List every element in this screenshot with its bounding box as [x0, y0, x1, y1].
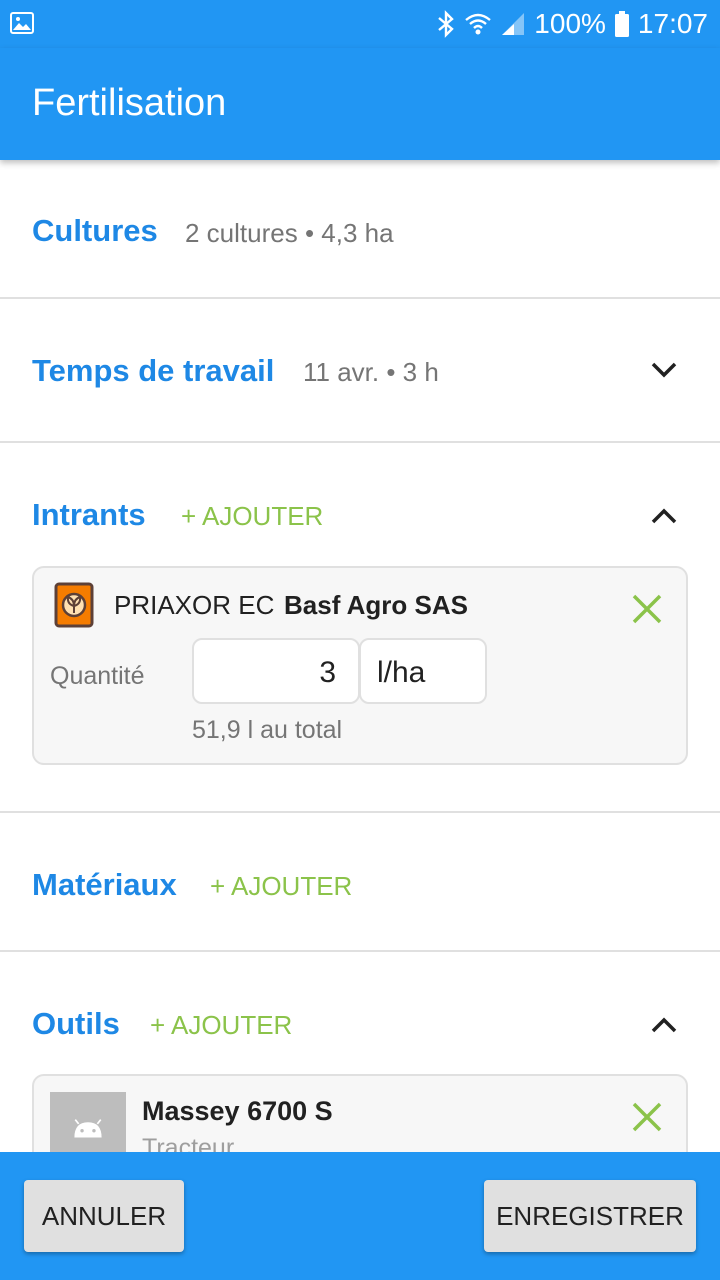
- outil-thumbnail: [50, 1092, 126, 1152]
- add-materiau-button[interactable]: + AJOUTER: [210, 871, 352, 902]
- app-bar: Fertilisation: [0, 48, 720, 160]
- outil-card: Massey 6700 S Tracteur: [32, 1074, 688, 1152]
- outil-name: Massey 6700 S: [142, 1096, 333, 1126]
- intrant-supplier: Basf Agro SAS: [284, 590, 468, 620]
- unit-select[interactable]: l/ha: [359, 638, 487, 704]
- quantity-input[interactable]: 3: [192, 638, 360, 704]
- image-notification-icon: [10, 12, 34, 34]
- battery-percentage: 100%: [534, 8, 606, 39]
- cultures-summary: 2 cultures • 4,3 ha: [185, 218, 394, 248]
- add-outil-button[interactable]: + AJOUTER: [150, 1010, 292, 1041]
- bottom-action-bar: ANNULER ENREGISTRER: [0, 1152, 720, 1280]
- temps-title: Temps de travail: [32, 353, 275, 388]
- outil-type: Tracteur: [142, 1134, 235, 1152]
- save-button[interactable]: ENREGISTRER: [484, 1180, 696, 1252]
- section-temps-de-travail[interactable]: Temps de travail 11 avr. • 3 h: [0, 299, 720, 441]
- quantity-total: 51,9 l au total: [192, 716, 343, 744]
- battery-icon: [614, 11, 629, 37]
- section-outils: Outils + AJOUTER Massey 6700 S Tracteur: [0, 952, 720, 1152]
- remove-outil-icon[interactable]: [630, 1100, 664, 1134]
- section-cultures[interactable]: Cultures 2 cultures • 4,3 ha: [0, 160, 720, 298]
- product-bag-icon: [54, 582, 94, 628]
- cancel-button[interactable]: ANNULER: [24, 1180, 184, 1252]
- intrant-card: PRIAXOR EC Basf Agro SAS Quantité 3 l/ha…: [32, 566, 688, 765]
- page-title: Fertilisation: [32, 82, 227, 124]
- temps-summary: 11 avr. • 3 h: [303, 357, 439, 387]
- intrants-title: Intrants: [32, 497, 146, 532]
- remove-intrant-icon[interactable]: [630, 592, 664, 626]
- materiaux-title: Matériaux: [32, 867, 177, 902]
- clock-time: 17:07: [637, 8, 708, 39]
- signal-icon: [502, 13, 525, 35]
- chevron-up-icon[interactable]: [650, 1016, 678, 1034]
- unit-value: l/ha: [377, 656, 426, 689]
- bluetooth-icon: [438, 10, 455, 38]
- android-placeholder-icon: [74, 1119, 102, 1138]
- quantity-label: Quantité: [50, 662, 145, 690]
- chevron-down-icon[interactable]: [650, 361, 678, 379]
- chevron-up-icon[interactable]: [650, 507, 678, 525]
- section-materiaux: Matériaux + AJOUTER: [0, 813, 720, 950]
- add-intrant-button[interactable]: + AJOUTER: [181, 501, 323, 532]
- section-intrants: Intrants + AJOUTER PRIAXOR EC Basf Agro …: [0, 443, 720, 811]
- status-bar: 100% 17:07: [0, 0, 720, 48]
- wifi-icon: [465, 13, 492, 35]
- quantity-value: 3: [319, 656, 336, 689]
- cultures-title: Cultures: [32, 213, 158, 248]
- outils-title: Outils: [32, 1006, 120, 1041]
- intrant-name: PRIAXOR EC: [114, 590, 275, 620]
